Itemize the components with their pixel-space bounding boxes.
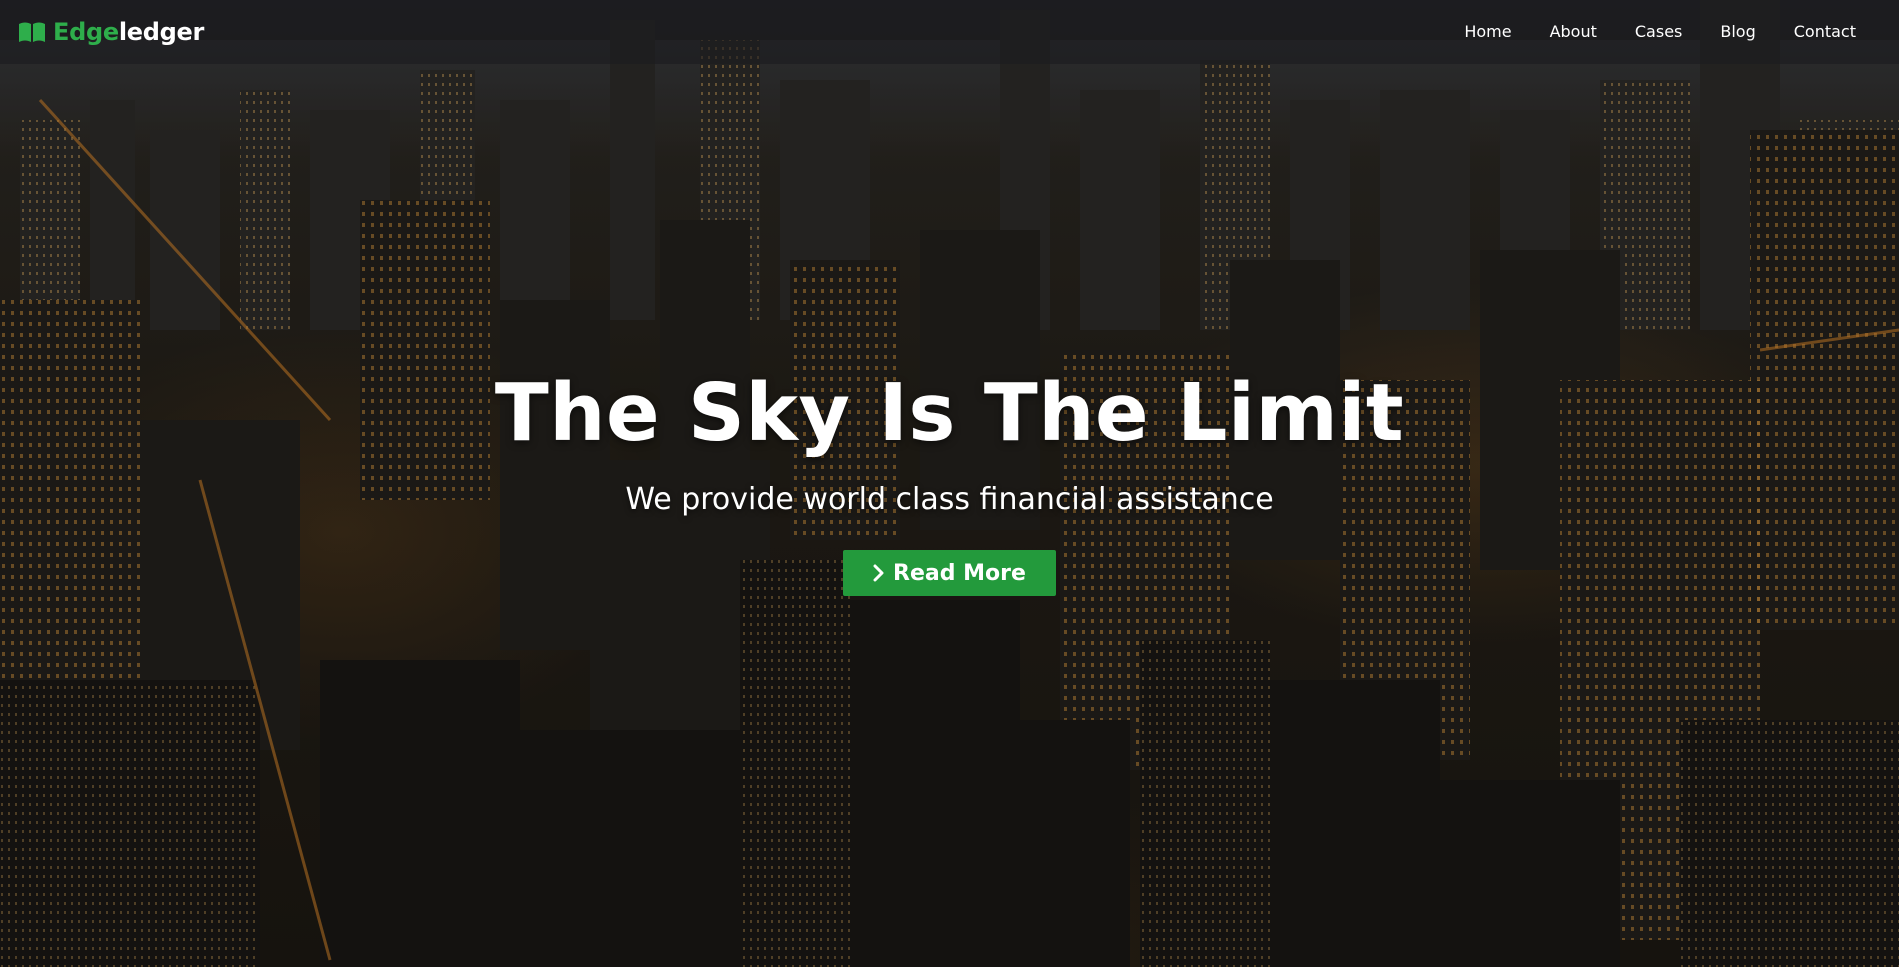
read-more-label: Read More xyxy=(893,560,1026,586)
nav-link-blog[interactable]: Blog xyxy=(1701,3,1774,61)
nav-link-contact[interactable]: Contact xyxy=(1775,3,1875,61)
nav-link-cases[interactable]: Cases xyxy=(1616,3,1702,61)
brand-name-ledger: ledger xyxy=(118,18,205,46)
open-book-icon xyxy=(19,22,45,42)
top-navbar: Edgeledger Home About Cases Blog Contact xyxy=(0,0,1899,64)
brand-logo[interactable]: Edgeledger xyxy=(18,18,204,46)
hero-title: The Sky Is The Limit xyxy=(494,367,1405,459)
hero-section: Edgeledger Home About Cases Blog Contact… xyxy=(0,0,1899,967)
hero-content: The Sky Is The Limit We provide world cl… xyxy=(0,368,1899,596)
brand-name: Edgeledger xyxy=(53,18,204,46)
nav-link-about[interactable]: About xyxy=(1531,3,1616,61)
chevron-right-icon xyxy=(873,564,884,582)
read-more-button[interactable]: Read More xyxy=(843,550,1056,596)
nav-link-home[interactable]: Home xyxy=(1445,3,1530,61)
hero-subtitle: We provide world class financial assista… xyxy=(625,482,1274,517)
brand-name-edge: Edge xyxy=(53,18,119,46)
nav-links: Home About Cases Blog Contact xyxy=(1445,3,1875,61)
